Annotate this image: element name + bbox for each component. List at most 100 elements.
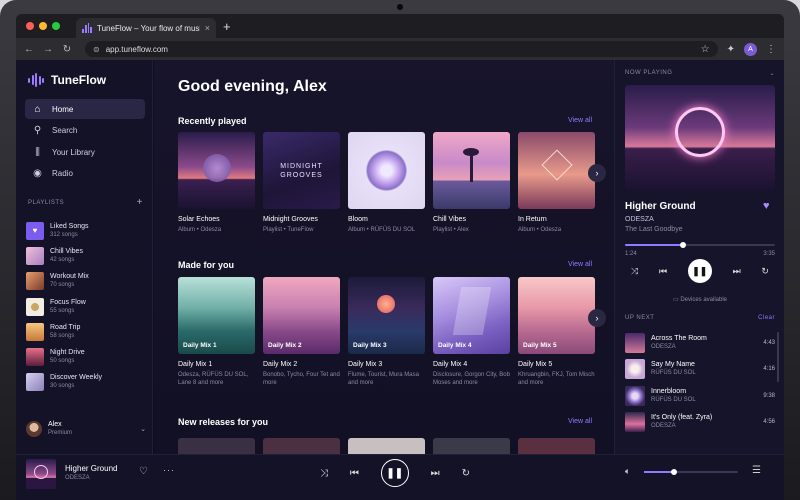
- recently-played-view-all-link[interactable]: View all: [568, 117, 592, 124]
- chevron-down-icon[interactable]: ⌄: [769, 70, 775, 77]
- album-card[interactable]: In Return Album • Odesza: [518, 132, 595, 234]
- back-arrow-icon[interactable]: ←: [24, 44, 34, 55]
- devices-label: Devices available: [680, 297, 728, 303]
- total-time: 3:35: [763, 251, 775, 257]
- daily-mix-card[interactable]: Daily Mix 2 Daily Mix 2 Bonobo, Tycho, F…: [263, 277, 340, 387]
- heart-outline-icon[interactable]: ♡: [139, 466, 148, 477]
- previous-track-icon[interactable]: ⏮: [350, 468, 359, 479]
- daily-mix-card[interactable]: Daily Mix 3 Daily Mix 3 Flume, Tourist, …: [348, 277, 425, 387]
- queue-artist: ODESZA: [651, 423, 676, 430]
- queue-title: Innerbloom: [651, 387, 687, 395]
- reload-icon[interactable]: ↻: [62, 44, 72, 55]
- daily-mix-card[interactable]: Daily Mix 5 Daily Mix 5 Khruangbin, FKJ,…: [518, 277, 595, 387]
- release-cover[interactable]: [433, 438, 510, 454]
- player-track-title[interactable]: Higher Ground: [65, 464, 117, 473]
- next-track-icon[interactable]: ⏭: [431, 468, 440, 479]
- library-icon: ⫼: [35, 146, 40, 158]
- daily-mix-card[interactable]: Daily Mix 4 Daily Mix 4 Disclosure, Gorg…: [433, 277, 510, 387]
- minimize-window-button[interactable]: [39, 22, 47, 30]
- album-card[interactable]: Bloom Album • RÜFÜS DU SOL: [348, 132, 425, 234]
- repeat-icon[interactable]: ↻: [462, 468, 470, 479]
- volume-handle[interactable]: [671, 469, 678, 475]
- nav-item-library[interactable]: ⫼ Your Library: [25, 142, 145, 162]
- shuffle-icon[interactable]: ⤨: [631, 266, 638, 277]
- previous-track-icon[interactable]: ⏮: [659, 266, 667, 277]
- browser-menu-icon[interactable]: ⋮: [766, 44, 776, 55]
- made-for-you-view-all-link[interactable]: View all: [568, 261, 592, 268]
- heart-icon[interactable]: ♥: [763, 200, 770, 212]
- pause-button[interactable]: ❚❚: [380, 459, 409, 487]
- queue-thumbnail: [625, 385, 645, 406]
- add-playlist-button[interactable]: +: [137, 197, 143, 208]
- now-playing-header: NOW PLAYING ⌄: [625, 70, 775, 77]
- user-menu[interactable]: Alex Premium ⌄: [26, 421, 146, 437]
- close-window-button[interactable]: [26, 22, 34, 30]
- playlist-item[interactable]: Discover Weekly 30 songs: [26, 370, 146, 395]
- nav-item-search[interactable]: ⚲ Search: [25, 121, 145, 141]
- nav-item-radio[interactable]: ◉ Radio: [25, 164, 145, 184]
- daily-mix-card[interactable]: Daily Mix 1 Daily Mix 1 Odesza, RÜFÜS DU…: [178, 277, 255, 387]
- playlist-card[interactable]: MIDNIGHT GROOVES Midnight Grooves Playli…: [263, 132, 340, 234]
- devices-available[interactable]: ▭ Devices available: [625, 296, 775, 303]
- queue-item[interactable]: Innerbloom RÜFÜS DU SOL 9:38: [625, 383, 775, 409]
- brand[interactable]: TuneFlow: [28, 73, 106, 87]
- volume-slider[interactable]: [644, 469, 738, 475]
- daily-mix-cover: Daily Mix 1: [178, 277, 255, 354]
- queue-item[interactable]: Across The Room ODESZA 4:43: [625, 330, 775, 356]
- playlist-name: Workout Mix: [50, 273, 89, 281]
- address-bar[interactable]: ⊜ app.tuneflow.com ☆: [85, 41, 718, 57]
- pause-button[interactable]: ❚❚: [687, 259, 712, 283]
- release-cover[interactable]: [348, 438, 425, 454]
- playlist-count: 70 songs: [50, 282, 75, 289]
- queue-item[interactable]: It's Only (feat. Zyra) ODESZA 4:56: [625, 409, 775, 435]
- playlist-item[interactable]: Workout Mix 70 songs: [26, 269, 146, 294]
- player-track-artist[interactable]: ODESZA: [65, 475, 90, 481]
- browser-tab[interactable]: TuneFlow – Your flow of music ×: [76, 18, 216, 38]
- window-controls: [26, 22, 60, 30]
- playlist-item[interactable]: ♥ Liked Songs 312 songs: [26, 218, 146, 243]
- progress-handle[interactable]: [680, 242, 687, 248]
- playlist-item[interactable]: Chill Vibes 42 songs: [26, 243, 146, 268]
- card-subtitle: Bonobo, Tycho, Four Tet and more: [263, 372, 340, 386]
- extensions-icon[interactable]: ✦: [727, 44, 735, 55]
- playlist-thumbnail: [26, 322, 44, 341]
- repeat-icon[interactable]: ↻: [761, 266, 769, 277]
- new-tab-button[interactable]: +: [223, 19, 231, 34]
- release-cover[interactable]: [178, 438, 255, 454]
- clear-queue-button[interactable]: Clear: [758, 315, 775, 321]
- tab-title: TuneFlow – Your flow of music: [97, 23, 200, 33]
- scroll-right-button[interactable]: ›: [588, 309, 606, 327]
- playlist-name: Road Trip: [50, 323, 81, 331]
- forward-arrow-icon[interactable]: →: [43, 44, 53, 55]
- release-cover[interactable]: [263, 438, 340, 454]
- new-releases-view-all-link[interactable]: View all: [568, 418, 592, 425]
- brand-name: TuneFlow: [51, 73, 107, 87]
- made-for-you-row: Daily Mix 1 Daily Mix 1 Odesza, RÜFÜS DU…: [178, 277, 595, 387]
- next-track-icon[interactable]: ⏭: [733, 266, 741, 277]
- bookmark-star-icon[interactable]: ☆: [701, 44, 710, 55]
- shuffle-icon[interactable]: ⤨: [320, 468, 328, 479]
- site-info-icon[interactable]: ⊜: [93, 45, 100, 54]
- profile-avatar[interactable]: A: [744, 42, 757, 56]
- playlist-item[interactable]: Road Trip 58 songs: [26, 319, 146, 344]
- volume-icon[interactable]: 🔈︎: [625, 466, 630, 477]
- more-options-icon[interactable]: ···: [163, 465, 175, 475]
- release-cover[interactable]: [518, 438, 595, 454]
- radio-icon: ◉: [33, 168, 42, 179]
- maximize-window-button[interactable]: [52, 22, 60, 30]
- browser-window: TuneFlow – Your flow of music × + ← → ↻ …: [16, 14, 784, 500]
- queue-icon[interactable]: ☰: [752, 465, 761, 476]
- player-artwork[interactable]: [26, 459, 56, 489]
- now-playing-artwork: [625, 85, 775, 191]
- album-card[interactable]: Solar Echoes Album • Odesza: [178, 132, 255, 234]
- queue-scrollbar[interactable]: [777, 332, 779, 382]
- playlist-count: 312 songs: [50, 231, 78, 238]
- nav-item-home[interactable]: ⌂ Home: [25, 99, 145, 119]
- progress-slider[interactable]: [625, 242, 775, 248]
- tab-close-icon[interactable]: ×: [205, 23, 210, 33]
- playlist-item[interactable]: Night Drive 50 songs: [26, 344, 146, 369]
- queue-item[interactable]: Say My Name RÜFÜS DU SOL 4:16: [625, 356, 775, 382]
- playlist-item[interactable]: Focus Flow 55 songs: [26, 294, 146, 319]
- playlist-card[interactable]: Chill Vibes Playlist • Alex: [433, 132, 510, 234]
- scroll-right-button[interactable]: ›: [588, 164, 606, 182]
